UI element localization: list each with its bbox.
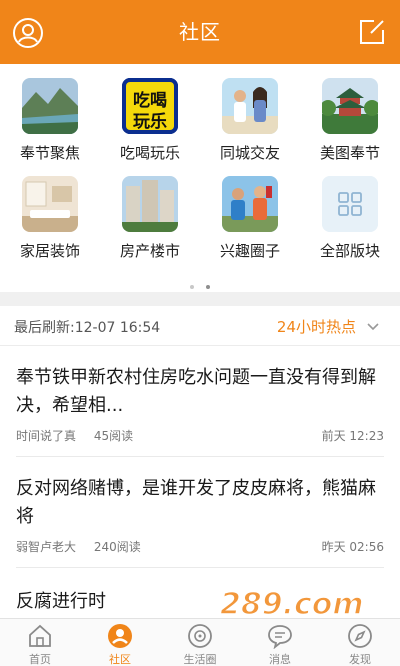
category-tile-fengjie-photos[interactable]: 美图奉节	[300, 64, 400, 162]
tab-label: 发现	[349, 653, 371, 666]
category-tile-interest-circles[interactable]: 兴趣圈子	[200, 162, 300, 260]
food-fun-logo-icon: 吃喝 玩乐	[122, 78, 178, 134]
bottom-tab-bar: 首页 社区 生活圈 消息 发现	[0, 618, 400, 666]
category-label: 兴趣圈子	[219, 242, 280, 260]
category-grid: 奉节聚焦 吃喝 玩乐 吃喝玩乐 同城交友 美图奉节 家居装饰 房产楼市 兴趣圈子…	[0, 64, 400, 292]
tab-life-circle[interactable]: 生活圈	[160, 619, 240, 666]
category-label: 同城交友	[219, 144, 280, 162]
category-label: 房产楼市	[119, 242, 180, 260]
post-divider	[16, 567, 384, 568]
post-time: 昨天 02:56	[321, 540, 384, 554]
category-tile-all-boards[interactable]: 全部版块	[300, 162, 400, 260]
post-meta: 弱智卢老大 240阅读 昨天 02:56	[16, 538, 384, 555]
message-icon	[267, 623, 293, 650]
post-divider	[16, 456, 384, 457]
buildings-photo-icon	[122, 176, 178, 232]
post-time: 前天 12:23	[321, 429, 384, 443]
community-icon	[107, 623, 133, 649]
life-circle-icon	[187, 623, 213, 649]
category-tile-food-fun[interactable]: 吃喝 玩乐 吃喝玩乐	[100, 64, 200, 162]
chevron-down-icon[interactable]	[366, 319, 380, 333]
tab-discover[interactable]: 发现	[320, 619, 400, 666]
food-fun-logo-text-bottom: 玩乐	[133, 112, 167, 132]
category-label: 吃喝玩乐	[119, 144, 180, 162]
tab-label: 生活圈	[183, 653, 217, 666]
pagoda-photo-icon	[322, 78, 378, 134]
post-views: 45阅读	[93, 429, 134, 443]
page-dot[interactable]	[190, 284, 194, 289]
interior-photo-icon	[22, 176, 78, 232]
tab-community[interactable]: 社区	[80, 619, 160, 666]
last-refresh-text: 最后刷新:12-07 16:54	[14, 320, 161, 336]
category-tile-fengjie-focus[interactable]: 奉节聚焦	[0, 64, 100, 162]
category-tile-city-friends[interactable]: 同城交友	[200, 64, 300, 162]
hot-topics-filter[interactable]: 24小时热点	[277, 316, 356, 337]
friends-photo-icon	[222, 78, 278, 134]
home-icon	[27, 623, 53, 649]
discover-icon	[347, 623, 373, 649]
tab-label: 消息	[269, 653, 291, 666]
category-tile-home-decor[interactable]: 家居装饰	[0, 162, 100, 260]
page-title: 社区	[179, 20, 221, 44]
post-title[interactable]: 奉节铁甲新农村住房吃水问题一直没有得到解决，希望相...	[16, 364, 384, 420]
post-item[interactable]: 奉节铁甲新农村住房吃水问题一直没有得到解决，希望相... 时间说了真 45阅读 …	[0, 347, 400, 457]
post-title[interactable]: 反对网络赌博，是谁开发了皮皮麻将，熊猫麻将	[16, 475, 384, 531]
tab-label: 社区	[109, 653, 131, 666]
app-header: 社区	[0, 0, 400, 64]
page-dot-active[interactable]	[206, 284, 210, 289]
edit-icon[interactable]	[358, 18, 386, 46]
category-label: 全部版块	[319, 242, 380, 260]
tab-label: 首页	[29, 653, 51, 666]
landscape-photo-icon	[22, 78, 78, 134]
category-label: 奉节聚焦	[19, 144, 80, 162]
svg-text:289.com: 289.com	[220, 587, 364, 622]
refresh-bar: 最后刷新:12-07 16:54 24小时热点	[0, 306, 400, 346]
hikers-photo-icon	[222, 176, 278, 232]
grid-icon	[322, 176, 378, 232]
category-label: 家居装饰	[19, 242, 80, 260]
tab-home[interactable]: 首页	[0, 619, 80, 666]
page-indicator	[0, 276, 400, 289]
tab-messages[interactable]: 消息	[240, 619, 320, 666]
post-item[interactable]: 反对网络赌博，是谁开发了皮皮麻将，熊猫麻将 弱智卢老大 240阅读 昨天 02:…	[0, 458, 400, 568]
post-author: 弱智卢老大	[16, 540, 77, 554]
post-meta: 时间说了真 45阅读 前天 12:23	[16, 427, 384, 444]
post-views: 240阅读	[93, 540, 141, 554]
post-author: 时间说了真	[16, 429, 77, 443]
category-tile-real-estate[interactable]: 房产楼市	[100, 162, 200, 260]
category-label: 美图奉节	[319, 144, 380, 162]
section-divider	[0, 292, 400, 306]
